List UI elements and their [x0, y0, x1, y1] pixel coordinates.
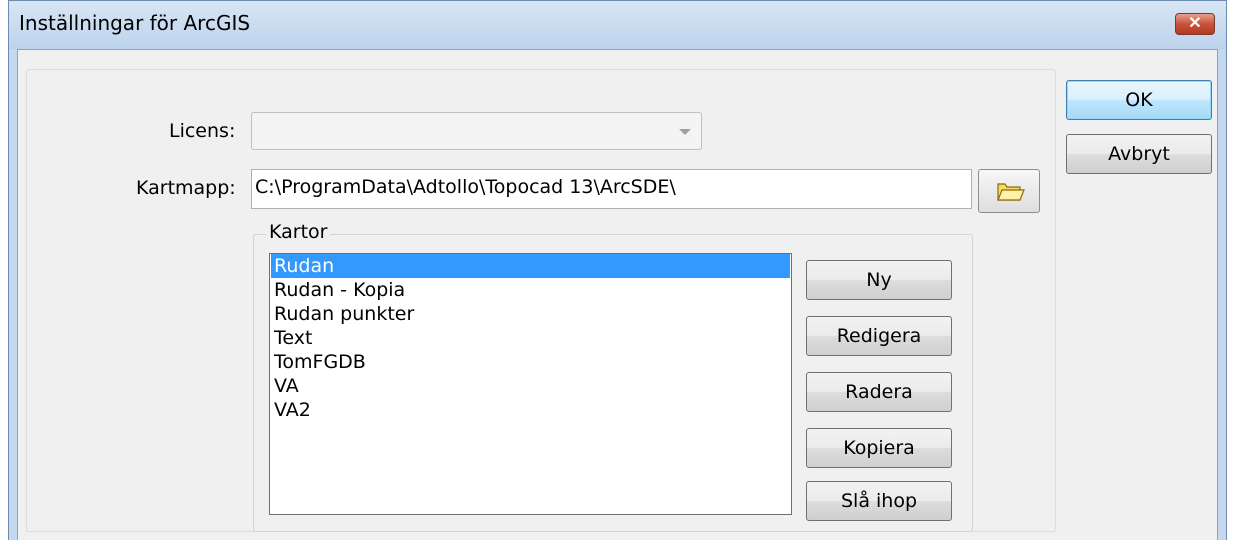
window-title: Inställningar för ArcGIS	[19, 11, 251, 35]
browse-folder-button[interactable]	[978, 169, 1040, 213]
title-bar: Inställningar för ArcGIS ✕	[9, 1, 1226, 49]
delete-map-button[interactable]: Radera	[806, 372, 952, 412]
license-label: Licens:	[169, 120, 236, 142]
mapfolder-label: Kartmapp:	[136, 177, 236, 199]
list-item[interactable]: Text	[271, 326, 790, 350]
list-item[interactable]: TomFGDB	[271, 350, 790, 374]
list-item[interactable]: Rudan punkter	[271, 302, 790, 326]
new-map-button[interactable]: Ny	[806, 260, 952, 300]
merge-maps-button[interactable]: Slå ihop	[806, 481, 952, 521]
cancel-button[interactable]: Avbryt	[1066, 134, 1212, 174]
close-button[interactable]: ✕	[1175, 13, 1215, 35]
settings-panel: Licens: Kartmapp: C:\ProgramData\Adtollo…	[26, 69, 1056, 532]
dialog-window: Inställningar för ArcGIS ✕ Licens: Kartm…	[8, 0, 1227, 540]
mapfolder-input[interactable]: C:\ProgramData\Adtollo\Topocad 13\ArcSDE…	[251, 169, 972, 209]
close-icon: ✕	[1188, 15, 1202, 32]
ok-button[interactable]: OK	[1066, 80, 1212, 120]
copy-map-button[interactable]: Kopiera	[806, 428, 952, 468]
list-item[interactable]: Rudan - Kopia	[271, 278, 790, 302]
chevron-down-icon	[679, 129, 691, 135]
list-item[interactable]: Rudan	[271, 254, 790, 278]
maps-listbox[interactable]: Rudan Rudan - Kopia Rudan punkter Text T…	[269, 253, 792, 515]
list-item[interactable]: VA2	[271, 398, 790, 422]
folder-icon	[997, 183, 1025, 201]
dialog-client-area: Licens: Kartmapp: C:\ProgramData\Adtollo…	[17, 49, 1218, 540]
list-item[interactable]: VA	[271, 374, 790, 398]
maps-group-label: Kartor	[266, 221, 331, 243]
license-dropdown[interactable]	[251, 112, 702, 150]
edit-map-button[interactable]: Redigera	[806, 316, 952, 356]
